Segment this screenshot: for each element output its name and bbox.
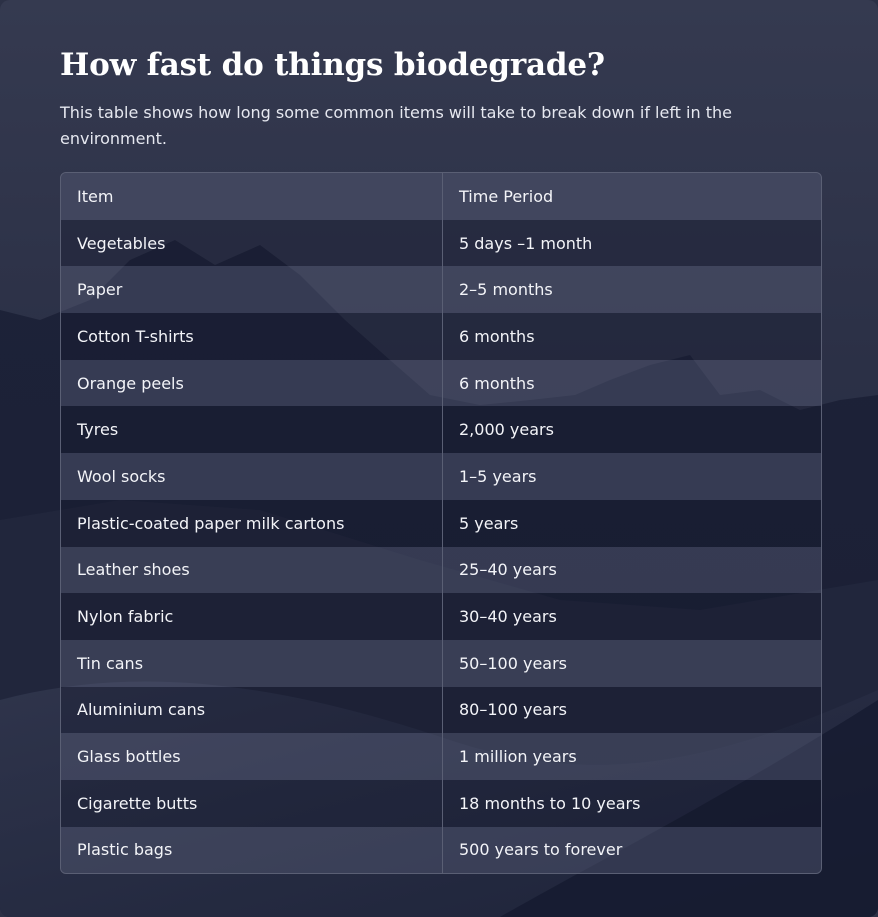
- item-cell: Glass bottles: [61, 733, 443, 780]
- time-period-cell: 5 years: [459, 513, 519, 533]
- table-row: Orange peels 6 months: [61, 359, 821, 407]
- item-cell: Aluminium cans: [61, 686, 443, 734]
- table-row: Tyres 2,000 years: [61, 406, 821, 454]
- time-period-cell: 80–100 years: [459, 700, 568, 720]
- main-content: How fast do things biodegrade? This tabl…: [60, 42, 822, 875]
- table-row: Plastic bags 500 years to forever: [61, 826, 821, 874]
- time-period-cell: 18 months to 10 years: [459, 793, 641, 813]
- column-header-time-period: Time Period: [459, 186, 554, 206]
- table-row: Leather shoes 25–40 years: [61, 546, 821, 594]
- table-row: Wool socks 1–5 years: [61, 453, 821, 500]
- table-header-row: Item Time Period: [61, 173, 821, 220]
- table-row: Tin cans 50–100 years: [61, 639, 821, 687]
- table-row: Glass bottles 1 million years: [61, 733, 821, 780]
- item-cell: Plastic bags: [61, 826, 443, 874]
- time-period-cell: 25–40 years: [459, 560, 557, 580]
- item-cell: Vegetables: [61, 219, 443, 267]
- item-cell: Tin cans: [61, 639, 443, 687]
- item-cell: Plastic-coated paper milk cartons: [61, 499, 443, 547]
- time-period-cell: 50–100 years: [459, 653, 568, 673]
- item-cell: Nylon fabric: [61, 593, 443, 640]
- time-period-cell: 6 months: [459, 373, 535, 393]
- time-period-cell: 5 days –1 month: [459, 233, 593, 253]
- table-row: Paper 2–5 months: [61, 266, 821, 314]
- item-cell: Wool socks: [61, 453, 443, 500]
- column-header-item: Item: [61, 173, 443, 220]
- table-row: Plastic-coated paper milk cartons 5 year…: [61, 499, 821, 547]
- time-period-cell: 2–5 months: [459, 280, 553, 300]
- table-row: Cotton T-shirts 6 months: [61, 313, 821, 360]
- item-cell: Cigarette butts: [61, 779, 443, 827]
- biodegrade-table: Item Time Period Vegetables 5 days –1 mo…: [61, 173, 821, 874]
- biodegrade-table-container: Item Time Period Vegetables 5 days –1 mo…: [60, 172, 822, 875]
- time-period-cell: 2,000 years: [459, 420, 554, 440]
- item-cell: Leather shoes: [61, 546, 443, 594]
- time-period-cell: 500 years to forever: [459, 840, 623, 860]
- time-period-cell: 6 months: [459, 326, 535, 346]
- table-row: Nylon fabric 30–40 years: [61, 593, 821, 640]
- item-cell: Tyres: [61, 406, 443, 454]
- item-cell: Cotton T-shirts: [61, 313, 443, 360]
- item-cell: Paper: [61, 266, 443, 314]
- time-period-cell: 1–5 years: [459, 466, 537, 486]
- item-cell: Orange peels: [61, 359, 443, 407]
- table-row: Vegetables 5 days –1 month: [61, 219, 821, 267]
- time-period-cell: 30–40 years: [459, 607, 557, 627]
- table-row: Cigarette butts 18 months to 10 years: [61, 779, 821, 827]
- biodegrade-card: How fast do things biodegrade? This tabl…: [0, 0, 878, 917]
- page-subtitle: This table shows how long some common it…: [60, 103, 732, 148]
- page-title: How fast do things biodegrade?: [60, 47, 605, 83]
- table-row: Aluminium cans 80–100 years: [61, 686, 821, 734]
- time-period-cell: 1 million years: [459, 747, 577, 767]
